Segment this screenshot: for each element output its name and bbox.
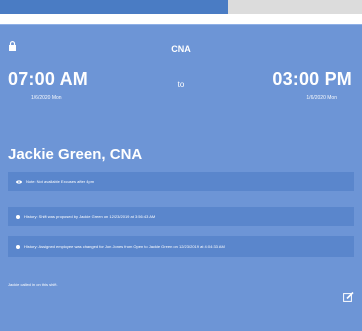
- callout-text: Jackie called in on this shift.: [8, 282, 58, 287]
- history-row: History: Shift was proposed by Jackie Gr…: [8, 207, 354, 226]
- shift-card[interactable]: CNA 07:00 AM to 03:00 PM 1/6/2020 Mon 1/…: [0, 24, 362, 331]
- start-date: 1/6/2020 Mon: [31, 95, 62, 101]
- note-row: Note: Not available Excuses after 4pm: [8, 172, 354, 191]
- top-tabs: [0, 0, 362, 16]
- end-date: 1/6/2020 Mon: [306, 95, 337, 101]
- shift-role: CNA: [171, 44, 191, 54]
- employee-name: Jackie Green, CNA: [8, 146, 143, 163]
- info-icon: [16, 214, 20, 219]
- edit-icon[interactable]: [343, 292, 354, 302]
- history-row: History: Assigned employee was changed f…: [8, 236, 354, 257]
- end-time: 03:00 PM: [272, 69, 352, 89]
- history-text: History: Shift was proposed by Jackie Gr…: [24, 214, 156, 219]
- note-text: Note: Not available Excuses after 4pm: [26, 179, 95, 184]
- tab-inactive[interactable]: [228, 0, 362, 14]
- info-icon: [16, 244, 20, 249]
- history-text: History: Assigned employee was changed f…: [24, 244, 225, 249]
- tab-active[interactable]: [0, 0, 228, 14]
- eye-icon: [16, 179, 22, 184]
